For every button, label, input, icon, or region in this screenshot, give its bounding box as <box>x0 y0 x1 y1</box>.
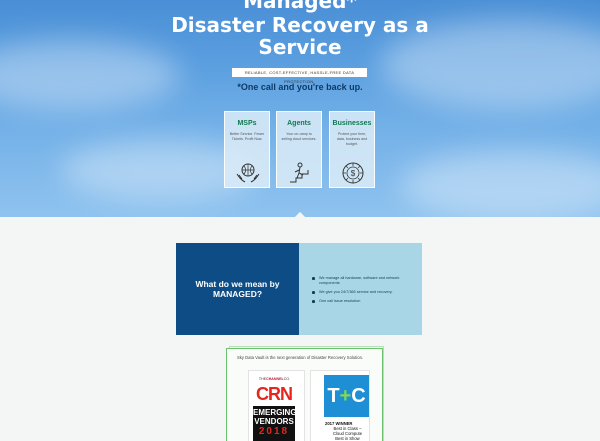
hero-title-line2: Disaster Recovery as a <box>171 13 429 37</box>
list-item: We manage all hardware, software and net… <box>312 276 418 286</box>
awards-intro: Sky Data Vault is the next generation of… <box>237 355 364 360</box>
list-item: One call issue resolution <box>312 299 418 304</box>
managed-bullet-list: We manage all hardware, software and net… <box>312 276 418 308</box>
crn-channel-brand: CHANNEL <box>266 377 284 381</box>
hero-subtagline: *One call and you're back up. <box>237 82 363 92</box>
card-text: Your on-ramp to selling cloud services. <box>281 132 317 141</box>
hands-globe-icon <box>236 163 260 183</box>
list-item: We give you 24/7/365 service and recover… <box>312 290 418 295</box>
hero-title-line3: Service <box>258 35 342 59</box>
managed-bullets-panel: We manage all hardware, software and net… <box>299 243 422 335</box>
hero-tagline: RELIABLE, COST-EFFECTIVE, HASSLE-FREE DA… <box>232 68 367 84</box>
climbing-person-icon <box>290 162 309 183</box>
tc-logo-plus: + <box>339 385 352 407</box>
tc-logo: T+C <box>324 375 369 417</box>
crn-channel-suffix: CO. <box>283 377 291 381</box>
managed-heading: What do we mean by MANAGED? <box>195 279 280 299</box>
card-title: MSPs <box>237 120 257 127</box>
tc-logo-right: C <box>351 385 366 407</box>
card-msps[interactable]: MSPs Better Service. Fewer Tickets. Prof… <box>224 111 270 188</box>
tc-award-line3: Best in Show <box>335 436 360 441</box>
tc-award-badge[interactable]: T+C 2017 WINNER Best in Class – Cloud Co… <box>310 370 370 441</box>
tc-award-text: 2017 WINNER Best in Class – Cloud Comput… <box>325 421 370 441</box>
card-agents[interactable]: Agents Your on-ramp to selling cloud ser… <box>276 111 322 188</box>
cloud-decoration <box>400 150 600 217</box>
dollar-dial-icon: $ <box>342 162 364 184</box>
card-title: Agents <box>287 120 311 127</box>
crn-award-badge[interactable]: THECHANNELCO. CRN EMERGING VENDORS 2018 <box>248 370 305 441</box>
crn-emerging-vendors-block: EMERGING VENDORS 2018 <box>253 406 297 441</box>
crn-year: 2018 <box>258 426 290 437</box>
crn-line2: VENDORS <box>254 417 294 426</box>
hero-section: Managed* Disaster Recovery as a Service … <box>0 0 600 217</box>
card-text: Protect your time, data, business and bu… <box>336 132 368 146</box>
card-businesses[interactable]: Businesses Protect your time, data, busi… <box>329 111 375 188</box>
hero-title-line1: Managed* <box>243 0 357 13</box>
awards-box: Sky Data Vault is the next generation of… <box>226 348 383 441</box>
svg-text:$: $ <box>351 169 356 178</box>
card-text: Better Service. Fewer Tickets. Profit No… <box>229 132 265 141</box>
crn-logo: CRN <box>256 384 293 404</box>
crn-channel-co: THECHANNELCO. <box>252 377 297 381</box>
tc-logo-left: T <box>327 385 340 407</box>
card-title: Businesses <box>332 120 372 127</box>
managed-heading-panel: What do we mean by MANAGED? <box>176 243 299 335</box>
crn-line1: EMERGING <box>253 408 297 417</box>
